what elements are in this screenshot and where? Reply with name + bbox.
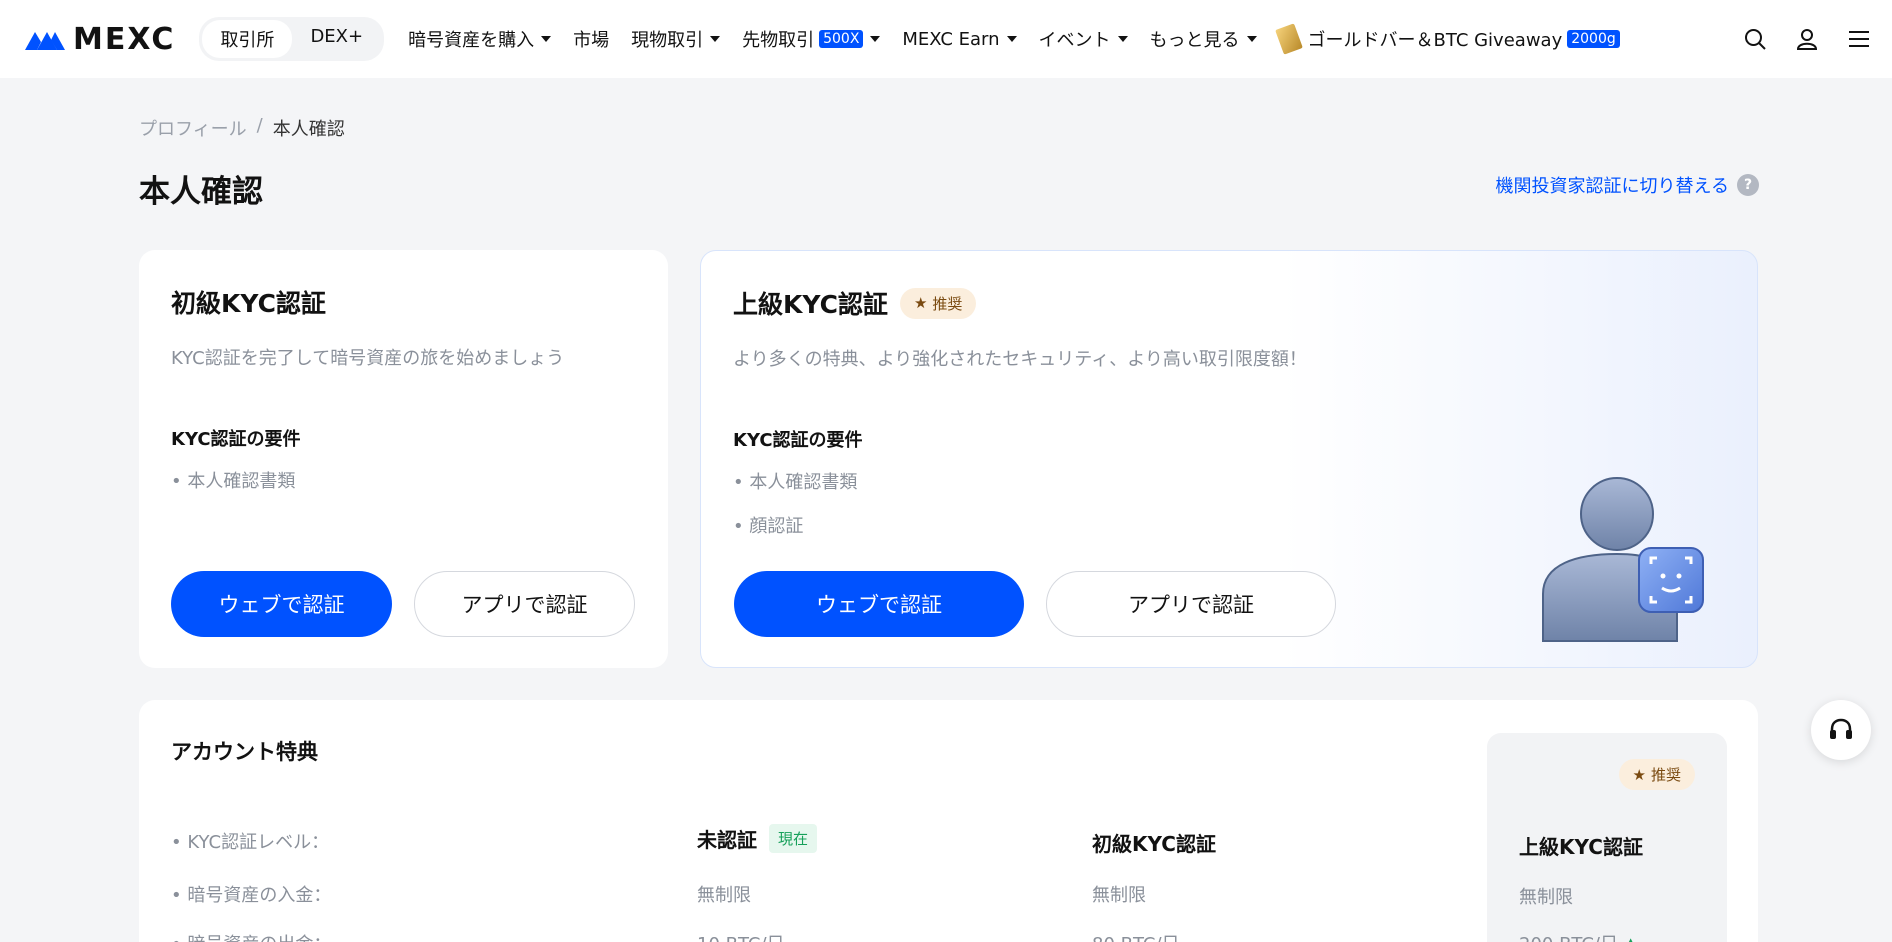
- benefits-title: アカウント特典: [171, 740, 318, 764]
- user-icon[interactable]: [1794, 26, 1820, 52]
- nav-events[interactable]: イベント: [1039, 26, 1128, 52]
- header-actions: [1742, 0, 1872, 78]
- basic-level: 初級KYC認証: [1092, 828, 1216, 857]
- segment-dex[interactable]: DEX+: [292, 20, 381, 58]
- card-title-text: 上級KYC認証: [733, 290, 888, 319]
- basic-requirements-title: KYC認証の要件: [171, 429, 301, 450]
- promo-badge: 2000g: [1567, 30, 1620, 48]
- nav-futures[interactable]: 先物取引 500X: [742, 26, 881, 52]
- unverified-level: 未認証 現在: [697, 824, 818, 853]
- breadcrumb-separator: /: [256, 115, 263, 136]
- mexc-logo-icon: [25, 32, 65, 50]
- basic-withdraw: 80 BTC/日: [1092, 930, 1180, 942]
- chevron-down-icon: [1246, 36, 1257, 42]
- logo-text: MEXC: [73, 21, 176, 57]
- label-text: KYC認証レベル：: [187, 832, 330, 853]
- basic-kyc-title: 初級KYC認証: [171, 284, 326, 320]
- badge-text: 推奨: [932, 294, 963, 313]
- benefit-label-withdraw: • 暗号資産の出金：: [171, 930, 331, 942]
- account-benefits-panel: アカウント特典 • KYC認証レベル： • 暗号資産の入金： • 暗号資産の出金…: [139, 700, 1758, 942]
- nav-spot[interactable]: 現物取引: [631, 26, 721, 52]
- nav-markets[interactable]: 市場: [573, 26, 609, 52]
- top-nav-bar: MEXC 取引所 DEX+ 暗号資産を購入 市場 現物取引 先物取引 500X M…: [0, 0, 1892, 78]
- nav-label: 現物取引: [631, 30, 704, 51]
- level-text: 初級KYC認証: [1092, 832, 1216, 856]
- star-icon: ★: [1632, 765, 1646, 784]
- basic-requirement-item: • 本人確認書類: [171, 471, 296, 492]
- chevron-down-icon: [1117, 36, 1128, 42]
- nav-promo-giveaway[interactable]: ゴールドバー＆BTC Giveaway 2000g: [1274, 23, 1620, 55]
- basic-kyc-desc: KYC認証を完了して暗号資産の旅を始めましょう: [171, 348, 565, 369]
- level-text: 未認証: [697, 828, 757, 852]
- unverified-withdraw: 10 BTC/日: [697, 930, 785, 942]
- nav-label: 市場: [573, 30, 610, 51]
- requirement-text: 本人確認書類: [749, 472, 858, 493]
- nav-more[interactable]: もっと見る: [1150, 26, 1257, 52]
- chevron-down-icon: [870, 36, 881, 42]
- advanced-kyc-card: 上級KYC認証 ★ 推奨 より多くの特典、より強化されたセキュリティ、より高い取引…: [700, 250, 1758, 668]
- switch-link-label: 機関投資家認証に切り替える: [1495, 176, 1729, 197]
- label-text: 暗号資産の出金：: [187, 934, 331, 942]
- switch-institutional-link[interactable]: 機関投資家認証に切り替える ?: [1496, 172, 1759, 198]
- advanced-requirements-title: KYC認証の要件: [733, 430, 863, 451]
- menu-icon[interactable]: [1846, 26, 1872, 52]
- advanced-requirement-item: • 顔認証: [733, 516, 804, 537]
- headset-icon: [1830, 718, 1852, 739]
- basic-verify-app-button[interactable]: アプリで認証: [414, 571, 635, 637]
- breadcrumb: プロフィール / 本人確認: [139, 115, 345, 141]
- label-text: 暗号資産の入金：: [187, 885, 332, 906]
- advanced-deposit: 無制限: [1519, 887, 1573, 908]
- requirement-text: 顔認証: [749, 516, 804, 537]
- card-title-text: 初級KYC認証: [171, 289, 326, 318]
- segment-exchange[interactable]: 取引所: [202, 20, 293, 58]
- nav-label: 先物取引: [742, 30, 815, 51]
- basic-verify-web-button[interactable]: ウェブで認証: [171, 571, 392, 637]
- face-verification-illustration-icon: [1542, 477, 1704, 642]
- chevron-down-icon: [710, 36, 721, 42]
- advanced-verify-app-button[interactable]: アプリで認証: [1046, 571, 1336, 637]
- promo-label: ゴールドバー＆BTC Giveaway: [1307, 30, 1563, 51]
- mexc-logo[interactable]: MEXC: [23, 22, 175, 57]
- main-nav: 暗号資産を購入 市場 現物取引 先物取引 500X MEXC Earn イベント …: [408, 23, 1620, 55]
- help-icon[interactable]: ?: [1737, 174, 1759, 196]
- advanced-requirement-item: • 本人確認書類: [733, 472, 858, 493]
- requirement-text: 本人確認書類: [187, 471, 296, 492]
- search-icon[interactable]: [1742, 26, 1768, 52]
- leverage-badge: 500X: [819, 30, 864, 48]
- nav-label: もっと見る: [1149, 30, 1240, 51]
- star-icon: ★: [913, 294, 928, 312]
- unverified-deposit: 無制限: [697, 885, 751, 906]
- breadcrumb-current: 本人確認: [272, 119, 345, 140]
- chevron-down-icon: [541, 36, 552, 42]
- advanced-withdraw: 200 BTC/日 ▲: [1519, 930, 1638, 942]
- withdraw-text: 200 BTC/日: [1519, 934, 1618, 942]
- benefit-label-deposit: • 暗号資産の入金：: [171, 885, 332, 906]
- customer-support-button[interactable]: [1811, 700, 1871, 760]
- basic-kyc-card: 初級KYC認証 KYC認証を完了して暗号資産の旅を始めましょう KYC認証の要件…: [139, 250, 668, 668]
- benefit-label-kyc-level: • KYC認証レベル：: [171, 832, 330, 853]
- recommended-badge: ★ 推奨: [899, 287, 977, 319]
- up-arrow-icon: ▲: [1624, 934, 1638, 942]
- badge-text: 推奨: [1650, 766, 1681, 784]
- nav-earn[interactable]: MEXC Earn: [902, 28, 1017, 50]
- nav-label: 暗号資産を購入: [408, 30, 535, 51]
- chevron-down-icon: [1006, 36, 1017, 42]
- recommended-badge: ★ 推奨: [1618, 759, 1695, 790]
- advanced-kyc-desc: より多くの特典、より強化されたセキュリティ、より高い取引限度額！: [733, 349, 1307, 370]
- page-title: 本人確認: [139, 174, 263, 210]
- nav-buy-crypto[interactable]: 暗号資産を購入: [408, 26, 552, 52]
- gold-bar-icon: [1274, 23, 1303, 55]
- advanced-kyc-title: 上級KYC認証 ★ 推奨: [733, 285, 977, 321]
- basic-deposit: 無制限: [1092, 885, 1146, 906]
- advanced-verify-web-button[interactable]: ウェブで認証: [734, 571, 1024, 637]
- exchange-segment-toggle: 取引所 DEX+: [199, 17, 385, 61]
- advanced-benefits-column: ★推奨 上級KYC認証 無制限 200 BTC/日 ▲: [1487, 733, 1727, 942]
- nav-label: MEXC Earn: [902, 28, 1000, 50]
- current-badge: 現在: [769, 824, 818, 853]
- breadcrumb-profile-link[interactable]: プロフィール: [139, 115, 247, 141]
- advanced-level: 上級KYC認証: [1519, 835, 1643, 859]
- nav-label: イベント: [1038, 30, 1111, 51]
